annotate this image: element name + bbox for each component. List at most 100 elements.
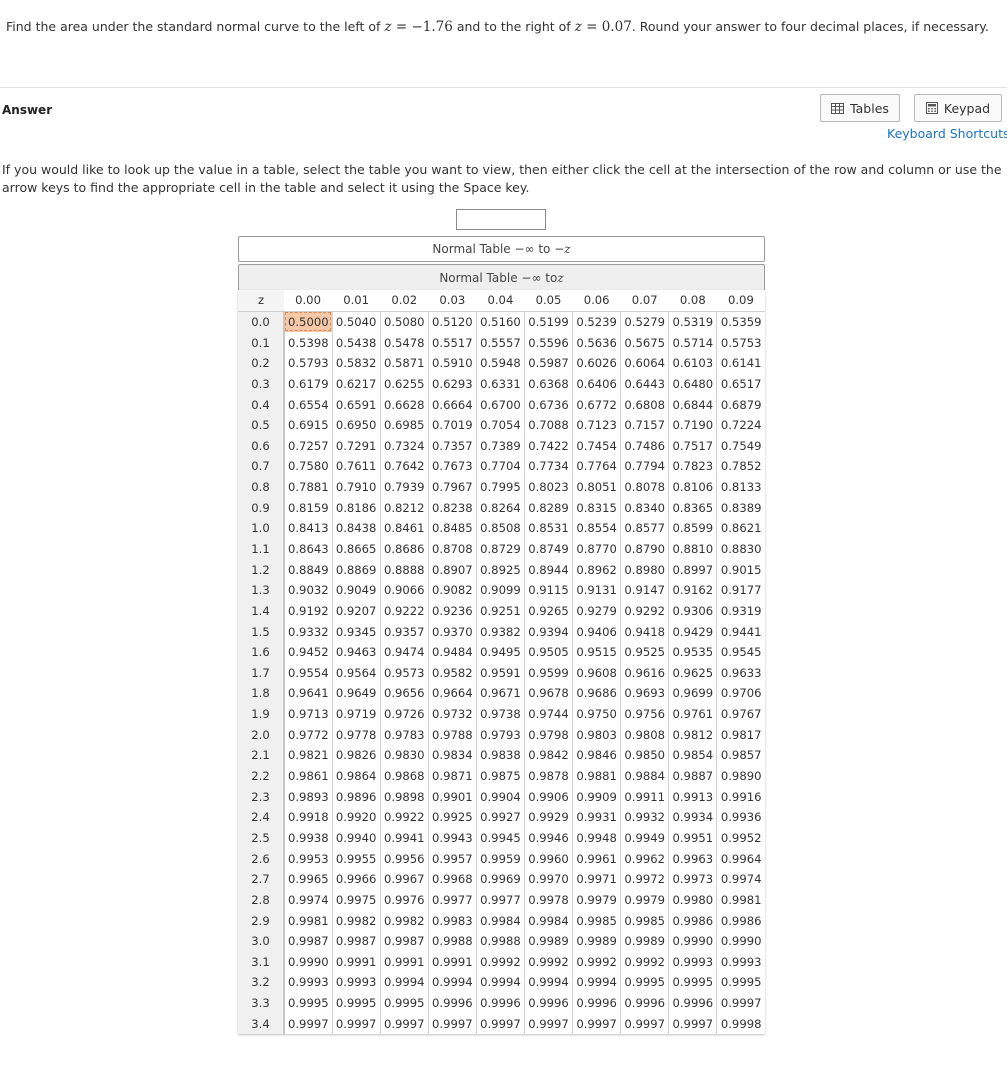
answer-input[interactable]	[456, 209, 546, 230]
table-cell[interactable]: 0.9925	[427, 807, 477, 828]
table-cell[interactable]: 0.9916	[716, 786, 765, 808]
table-cell[interactable]: 0.9306	[668, 600, 717, 622]
table-cell[interactable]: 0.6879	[716, 394, 765, 415]
table-cell[interactable]: 0.6554	[284, 394, 332, 415]
table-cell[interactable]: 0.9927	[475, 807, 525, 828]
table-cell[interactable]: 0.9997	[379, 1013, 429, 1035]
table-cell[interactable]: 0.9976	[379, 889, 429, 911]
table-cell[interactable]: 0.9997	[668, 1013, 717, 1035]
table-cell[interactable]: 0.9932	[620, 807, 669, 828]
table-cell[interactable]: 0.7123	[572, 414, 621, 436]
table-cell[interactable]: 0.9236	[427, 600, 477, 622]
table-cell[interactable]: 0.9992	[620, 951, 669, 973]
table-cell[interactable]: 0.9973	[668, 868, 717, 890]
table-cell[interactable]: 0.9441	[716, 621, 765, 642]
table-cell[interactable]: 0.6443	[620, 373, 669, 395]
table-cell[interactable]: 0.8238	[427, 497, 477, 519]
table-cell[interactable]: 0.9977	[427, 889, 477, 911]
table-cell[interactable]: 0.6664	[427, 394, 477, 415]
table-cell[interactable]: 0.8729	[475, 538, 525, 560]
table-cell[interactable]: 0.7454	[572, 435, 621, 457]
table-cell[interactable]: 0.7794	[620, 456, 669, 477]
table-cell[interactable]: 0.9573	[379, 662, 429, 684]
table-cell[interactable]: 0.8485	[427, 518, 477, 539]
table-cell[interactable]: 0.9972	[620, 868, 669, 890]
table-cell[interactable]: 0.5438	[331, 332, 381, 353]
table-cell[interactable]: 0.7549	[716, 435, 765, 457]
table-cell[interactable]: 0.9898	[379, 786, 429, 808]
table-cell[interactable]: 0.8531	[523, 518, 573, 539]
table-cell[interactable]: 0.9474	[379, 641, 429, 663]
table-cell[interactable]: 0.5120	[427, 311, 477, 333]
table-cell[interactable]: 0.9162	[668, 579, 717, 601]
table-cell[interactable]: 0.9995	[331, 992, 381, 1014]
table-cell[interactable]: 0.9463	[331, 641, 381, 663]
table-cell[interactable]: 0.5832	[331, 352, 381, 374]
table-cell[interactable]: 0.7088	[523, 414, 573, 436]
table-cell[interactable]: 0.9997	[427, 1013, 477, 1035]
table-cell[interactable]: 0.9997	[716, 992, 765, 1014]
table-cell[interactable]: 0.5871	[379, 352, 429, 374]
table-cell[interactable]: 0.9783	[379, 724, 429, 746]
table-cell[interactable]: 0.9713	[284, 704, 332, 725]
table-cell[interactable]: 0.8686	[379, 538, 429, 560]
table-cell[interactable]: 0.9884	[620, 765, 669, 787]
table-cell[interactable]: 0.6480	[668, 373, 717, 395]
table-cell[interactable]: 0.5793	[284, 353, 332, 374]
table-cell[interactable]: 0.8508	[475, 518, 525, 539]
table-cell[interactable]: 0.9871	[427, 765, 477, 787]
table-cell[interactable]: 0.9974	[284, 890, 332, 911]
table-cell[interactable]: 0.9997	[284, 1013, 332, 1034]
table-cell[interactable]: 0.5160	[475, 311, 525, 333]
table-cell[interactable]: 0.9997	[572, 1013, 621, 1035]
table-cell[interactable]: 0.9803	[572, 724, 621, 746]
table-cell[interactable]: 0.7257	[284, 435, 332, 456]
table-cell[interactable]: 0.9719	[331, 703, 381, 725]
table-cell[interactable]: 0.7910	[331, 476, 381, 498]
tab-normal-table-neg-z[interactable]: Normal Table −∞ to − z	[238, 236, 765, 262]
table-cell[interactable]: 0.9940	[331, 827, 381, 849]
table-cell[interactable]: 0.8599	[668, 518, 717, 539]
table-cell[interactable]: 0.9357	[379, 621, 429, 642]
table-cell[interactable]: 0.9963	[668, 848, 717, 869]
table-cell[interactable]: 0.9962	[620, 848, 669, 869]
table-cell[interactable]: 0.8078	[620, 476, 669, 498]
table-cell[interactable]: 0.6591	[331, 394, 381, 415]
table-cell[interactable]: 0.9906	[523, 786, 573, 808]
table-cell[interactable]: 0.8264	[475, 497, 525, 519]
table-cell[interactable]: 0.9951	[668, 827, 717, 849]
table-cell[interactable]: 0.9625	[668, 662, 717, 684]
table-cell[interactable]: 0.9418	[620, 621, 669, 642]
table-cell[interactable]: 0.9564	[331, 662, 381, 684]
table-cell[interactable]: 0.9996	[523, 992, 573, 1014]
table-cell[interactable]: 0.9941	[379, 827, 429, 849]
table-cell[interactable]: 0.9664	[427, 683, 477, 704]
table-cell[interactable]: 0.9896	[331, 786, 381, 808]
table-cell[interactable]: 0.9505	[523, 641, 573, 663]
table-cell[interactable]: 0.8106	[668, 476, 717, 498]
table-cell[interactable]: 0.9965	[284, 869, 332, 890]
table-cell[interactable]: 0.9964	[716, 848, 765, 869]
table-cell[interactable]: 0.9842	[523, 745, 573, 766]
table-cell[interactable]: 0.9979	[620, 889, 669, 911]
table-cell[interactable]: 0.8849	[284, 559, 332, 580]
table-cell[interactable]: 0.9988	[427, 930, 477, 952]
table-cell[interactable]: 0.9968	[427, 868, 477, 890]
table-cell[interactable]: 0.9082	[427, 579, 477, 601]
table-cell[interactable]: 0.8708	[427, 538, 477, 560]
table-cell[interactable]: 0.9857	[716, 745, 765, 766]
table-cell[interactable]: 0.5199	[523, 311, 573, 333]
table-cell[interactable]: 0.6517	[716, 373, 765, 395]
table-cell[interactable]: 0.9991	[427, 951, 477, 973]
table-cell[interactable]: 0.7704	[475, 456, 525, 477]
table-cell[interactable]: 0.9997	[331, 1013, 381, 1035]
table-cell[interactable]: 0.9953	[284, 848, 332, 869]
table-cell[interactable]: 0.6700	[475, 394, 525, 415]
table-cell[interactable]: 0.9961	[572, 848, 621, 869]
table-cell[interactable]: 0.9767	[716, 703, 765, 725]
table-cell[interactable]: 0.9678	[523, 683, 573, 704]
table-cell[interactable]: 0.9633	[716, 662, 765, 684]
table-cell[interactable]: 0.9032	[284, 580, 332, 601]
table-cell[interactable]: 0.9890	[716, 765, 765, 787]
table-cell[interactable]: 0.9826	[331, 745, 381, 766]
